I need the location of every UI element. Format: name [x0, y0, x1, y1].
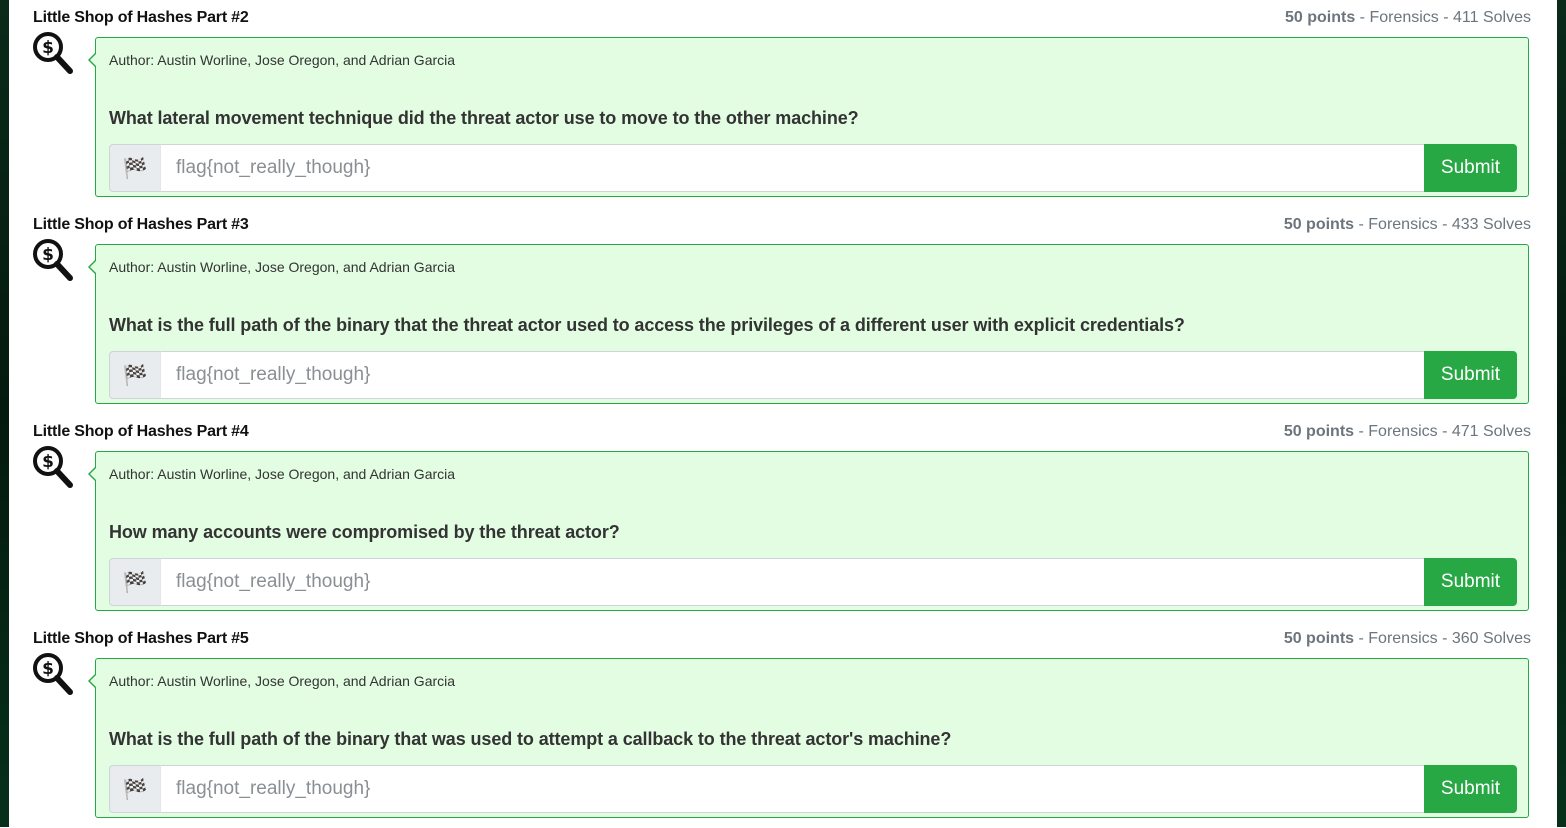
challenge-author: Author: Austin Worline, Jose Oregon, and… [109, 673, 456, 689]
submit-button[interactable]: Submit [1424, 765, 1517, 813]
dollar-magnifier-icon: $ [33, 239, 73, 281]
dollar-magnifier-icon: $ [33, 446, 73, 488]
challenge-meta: 50 points - Forensics - 360 Solves [1284, 630, 1531, 648]
challenge-category-solves: - Forensics - 433 Solves [1354, 216, 1531, 233]
challenge-meta: 50 points - Forensics - 411 Solves [1285, 9, 1531, 27]
challenge-author: Author: Austin Worline, Jose Oregon, and… [109, 259, 456, 275]
flag-form: 🏁 Submit [109, 765, 1517, 813]
challenge-author: Author: Austin Worline, Jose Oregon, and… [109, 52, 456, 68]
challenge-title: Little Shop of Hashes Part #5 [33, 630, 249, 647]
flag-form: 🏁 Submit [109, 558, 1517, 606]
challenge-question: How many accounts were compromised by th… [109, 522, 620, 542]
challenge-points: 50 points [1285, 9, 1356, 26]
checkered-flag-icon: 🏁 [109, 144, 160, 192]
challenge-body: Author: Austin Worline, Jose Oregon, and… [88, 658, 1529, 818]
challenge-body: Author: Austin Worline, Jose Oregon, and… [88, 37, 1529, 197]
challenge-author: Author: Austin Worline, Jose Oregon, and… [109, 466, 456, 482]
challenge-question: What is the full path of the binary that… [109, 729, 952, 749]
challenge-title: Little Shop of Hashes Part #4 [33, 423, 249, 440]
challenge-question: What is the full path of the binary that… [109, 315, 1185, 335]
checkered-flag-icon: 🏁 [109, 351, 160, 399]
challenge-card: Little Shop of Hashes Part #2 50 points … [0, 0, 1566, 207]
submit-button[interactable]: Submit [1424, 144, 1517, 192]
challenge-title: Little Shop of Hashes Part #3 [33, 216, 249, 233]
svg-text:$: $ [42, 245, 54, 265]
challenge-points: 50 points [1283, 423, 1355, 440]
submit-button[interactable]: Submit [1424, 351, 1517, 399]
challenge-title: Little Shop of Hashes Part #2 [33, 9, 249, 26]
challenge-card: Little Shop of Hashes Part #3 50 points … [0, 207, 1566, 414]
dollar-magnifier-icon: $ [33, 653, 73, 695]
dollar-magnifier-icon: $ [33, 32, 73, 74]
svg-text:$: $ [42, 452, 54, 472]
flag-input[interactable] [160, 765, 1424, 813]
svg-text:$: $ [42, 38, 54, 58]
challenge-category-solves: - Forensics - 360 Solves [1354, 630, 1531, 647]
challenge-card: Little Shop of Hashes Part #4 50 points … [0, 414, 1566, 621]
flag-form: 🏁 Submit [109, 144, 1517, 192]
challenge-meta: 50 points - Forensics - 471 Solves [1284, 423, 1531, 441]
submit-button[interactable]: Submit [1424, 558, 1517, 606]
challenge-body: Author: Austin Worline, Jose Oregon, and… [88, 451, 1529, 611]
flag-input[interactable] [160, 558, 1424, 606]
checkered-flag-icon: 🏁 [109, 558, 160, 606]
challenge-body: Author: Austin Worline, Jose Oregon, and… [88, 244, 1529, 404]
flag-input[interactable] [160, 351, 1424, 399]
flag-input[interactable] [160, 144, 1424, 192]
challenge-card: Little Shop of Hashes Part #5 50 points … [0, 621, 1566, 828]
checkered-flag-icon: 🏁 [109, 765, 160, 813]
challenge-points: 50 points [1283, 630, 1355, 647]
challenge-category-solves: - Forensics - 411 Solves [1355, 9, 1531, 26]
challenge-question: What lateral movement technique did the … [109, 108, 859, 128]
challenge-category-solves: - Forensics - 471 Solves [1354, 423, 1531, 440]
challenge-meta: 50 points - Forensics - 433 Solves [1284, 216, 1531, 234]
challenge-points: 50 points [1283, 216, 1355, 233]
flag-form: 🏁 Submit [109, 351, 1517, 399]
svg-text:$: $ [42, 659, 54, 679]
